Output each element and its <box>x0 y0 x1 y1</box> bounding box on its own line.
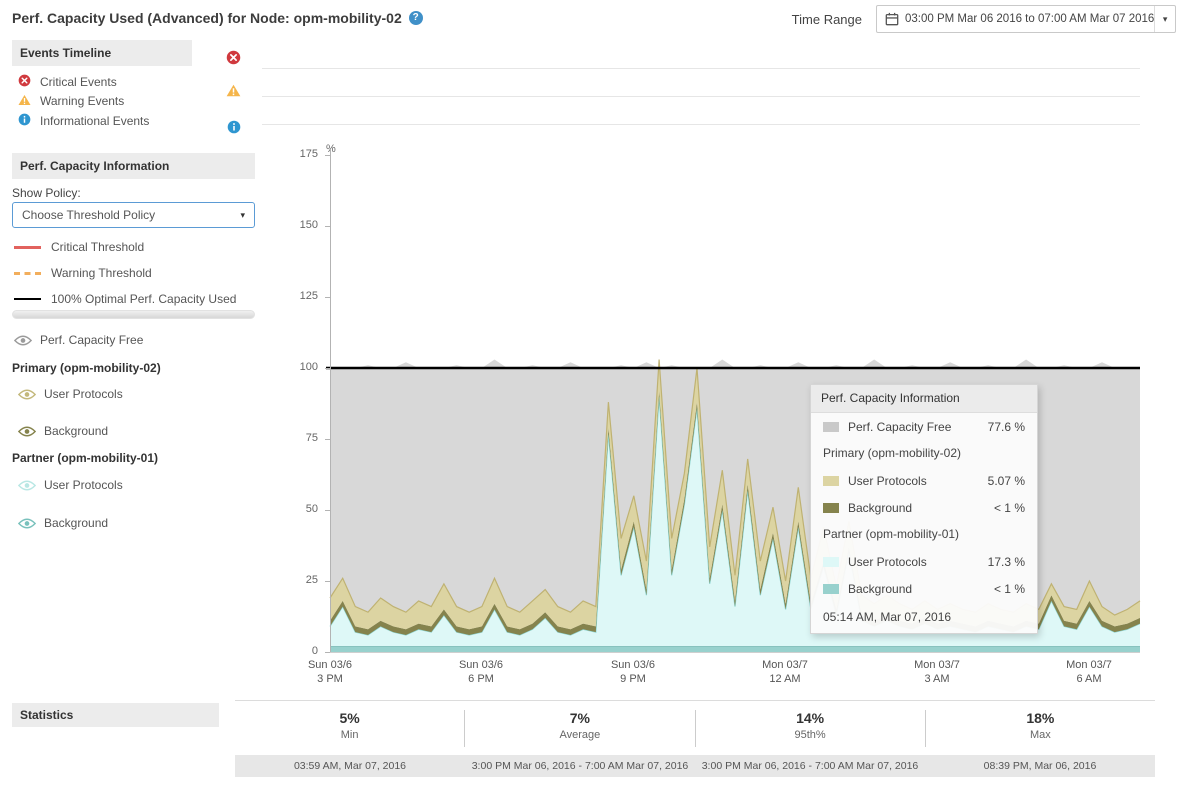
free-swatch <box>823 422 839 432</box>
x-tick-label: Sun 03/69 PM <box>578 658 688 686</box>
statistics-header: Statistics <box>12 703 219 727</box>
primary-user-swatch <box>823 476 839 486</box>
time-range-label: Time Range <box>792 12 862 27</box>
partner-bg-swatch <box>823 584 839 594</box>
optimal-threshold-swatch <box>14 298 41 300</box>
toggle-partner-user-protocols[interactable]: User Protocols <box>18 478 123 492</box>
warning-event-icon <box>18 94 31 109</box>
time-range-picker[interactable]: 03:00 PM Mar 06 2016 to 07:00 AM Mar 07 … <box>876 5 1176 33</box>
stat-max: 18% Max <box>926 710 1155 747</box>
stat-min: 5% Min <box>235 710 465 747</box>
eye-icon <box>18 518 36 529</box>
y-tick-label: 100 <box>280 361 318 373</box>
events-timeline-header: Events Timeline <box>12 40 192 66</box>
tooltip-timestamp: 05:14 AM, Mar 07, 2016 <box>811 602 1037 633</box>
x-tick-label: Mon 03/76 AM <box>1034 658 1144 686</box>
calendar-icon <box>885 12 899 26</box>
tooltip-row-primary-user: User Protocols 5.07 % <box>811 467 1037 494</box>
show-policy-label: Show Policy: <box>12 186 81 200</box>
info-events-track-icon[interactable] <box>227 120 241 134</box>
tooltip-partner-section: Partner (opm-mobility-01) <box>811 521 1037 548</box>
toggle-primary-background[interactable]: Background <box>18 424 108 438</box>
x-tick-label: Sun 03/66 PM <box>426 658 536 686</box>
legend-warning-events[interactable]: Warning Events <box>18 93 124 109</box>
threshold-policy-value: Choose Threshold Policy <box>22 208 155 222</box>
y-tick-label: 150 <box>280 219 318 231</box>
primary-group-label: Primary (opm-mobility-02) <box>12 361 161 375</box>
warning-events-track-icon[interactable] <box>226 84 241 97</box>
tooltip-row-partner-bg: Background < 1 % <box>811 575 1037 602</box>
page-title: Perf. Capacity Used (Advanced) for Node:… <box>12 10 402 26</box>
y-tick-label: 125 <box>280 290 318 302</box>
x-tick-label: Mon 03/73 AM <box>882 658 992 686</box>
y-tick-label: 25 <box>280 574 318 586</box>
legend-informational-events[interactable]: Informational Events <box>18 113 149 129</box>
partner-user-swatch <box>823 557 839 567</box>
tooltip-primary-section: Primary (opm-mobility-02) <box>811 440 1037 467</box>
statistics-panel: 5% Min 7% Average 14% 95th% 18% Max 03:5… <box>235 700 1155 777</box>
time-range-value: 03:00 PM Mar 06 2016 to 07:00 AM Mar 07 … <box>905 13 1154 25</box>
chevron-down-icon: ▾ <box>240 210 245 221</box>
eye-icon <box>14 335 32 346</box>
critical-events-track-icon[interactable] <box>226 50 241 65</box>
chart-tooltip: Perf. Capacity Information Perf. Capacit… <box>810 384 1038 634</box>
stat-average: 7% Average <box>465 710 695 747</box>
stat-max-detail: 08:39 PM, Mar 06, 2016 <box>925 760 1155 772</box>
threshold-policy-select[interactable]: Choose Threshold Policy ▾ <box>12 202 255 228</box>
y-tick-label: 50 <box>280 503 318 515</box>
legend-critical-threshold: Critical Threshold <box>14 240 144 254</box>
eye-icon <box>18 389 36 400</box>
info-event-icon <box>18 113 31 129</box>
page-header: Perf. Capacity Used (Advanced) for Node:… <box>12 10 423 26</box>
y-tick-label: 175 <box>280 148 318 160</box>
legend-critical-events[interactable]: Critical Events <box>18 74 117 90</box>
time-range-control: Time Range 03:00 PM Mar 06 2016 to 07:00… <box>792 5 1176 33</box>
x-tick-label: Mon 03/712 AM <box>730 658 840 686</box>
eye-icon <box>18 426 36 437</box>
critical-threshold-swatch <box>14 246 41 249</box>
stat-average-detail: 3:00 PM Mar 06, 2016 - 7:00 AM Mar 07, 2… <box>465 760 695 772</box>
chevron-down-icon[interactable]: ▾ <box>1154 6 1175 32</box>
tooltip-row-partner-user: User Protocols 17.3 % <box>811 548 1037 575</box>
tooltip-row-primary-bg: Background < 1 % <box>811 494 1037 521</box>
sidebar-scrollbar[interactable] <box>12 310 255 319</box>
legend-warning-threshold: Warning Threshold <box>14 266 152 280</box>
toggle-primary-user-protocols[interactable]: User Protocols <box>18 387 123 401</box>
x-tick-label: Sun 03/63 PM <box>275 658 385 686</box>
legend-optimal-threshold: 100% Optimal Perf. Capacity Used <box>14 292 236 306</box>
stat-95th: 14% 95th% <box>696 710 926 747</box>
help-icon[interactable]: ? <box>409 11 423 25</box>
statistics-values-row: 5% Min 7% Average 14% 95th% 18% Max <box>235 701 1155 747</box>
tooltip-row-free: Perf. Capacity Free 77.6 % <box>811 413 1037 440</box>
toggle-partner-background[interactable]: Background <box>18 516 108 530</box>
partner-group-label: Partner (opm-mobility-01) <box>12 451 158 465</box>
statistics-details-row: 03:59 AM, Mar 07, 2016 3:00 PM Mar 06, 2… <box>235 755 1155 777</box>
perf-capacity-info-header: Perf. Capacity Information <box>12 153 255 179</box>
critical-event-icon <box>18 74 31 90</box>
stat-95th-detail: 3:00 PM Mar 06, 2016 - 7:00 AM Mar 07, 2… <box>695 760 925 772</box>
tooltip-title: Perf. Capacity Information <box>811 385 1037 413</box>
eye-icon <box>18 480 36 491</box>
toggle-perf-capacity-free[interactable]: Perf. Capacity Free <box>14 333 143 347</box>
y-tick-label: 75 <box>280 432 318 444</box>
y-tick-label: 0 <box>280 645 318 657</box>
warning-threshold-swatch <box>14 272 41 275</box>
stat-min-detail: 03:59 AM, Mar 07, 2016 <box>235 760 465 772</box>
primary-bg-swatch <box>823 503 839 513</box>
